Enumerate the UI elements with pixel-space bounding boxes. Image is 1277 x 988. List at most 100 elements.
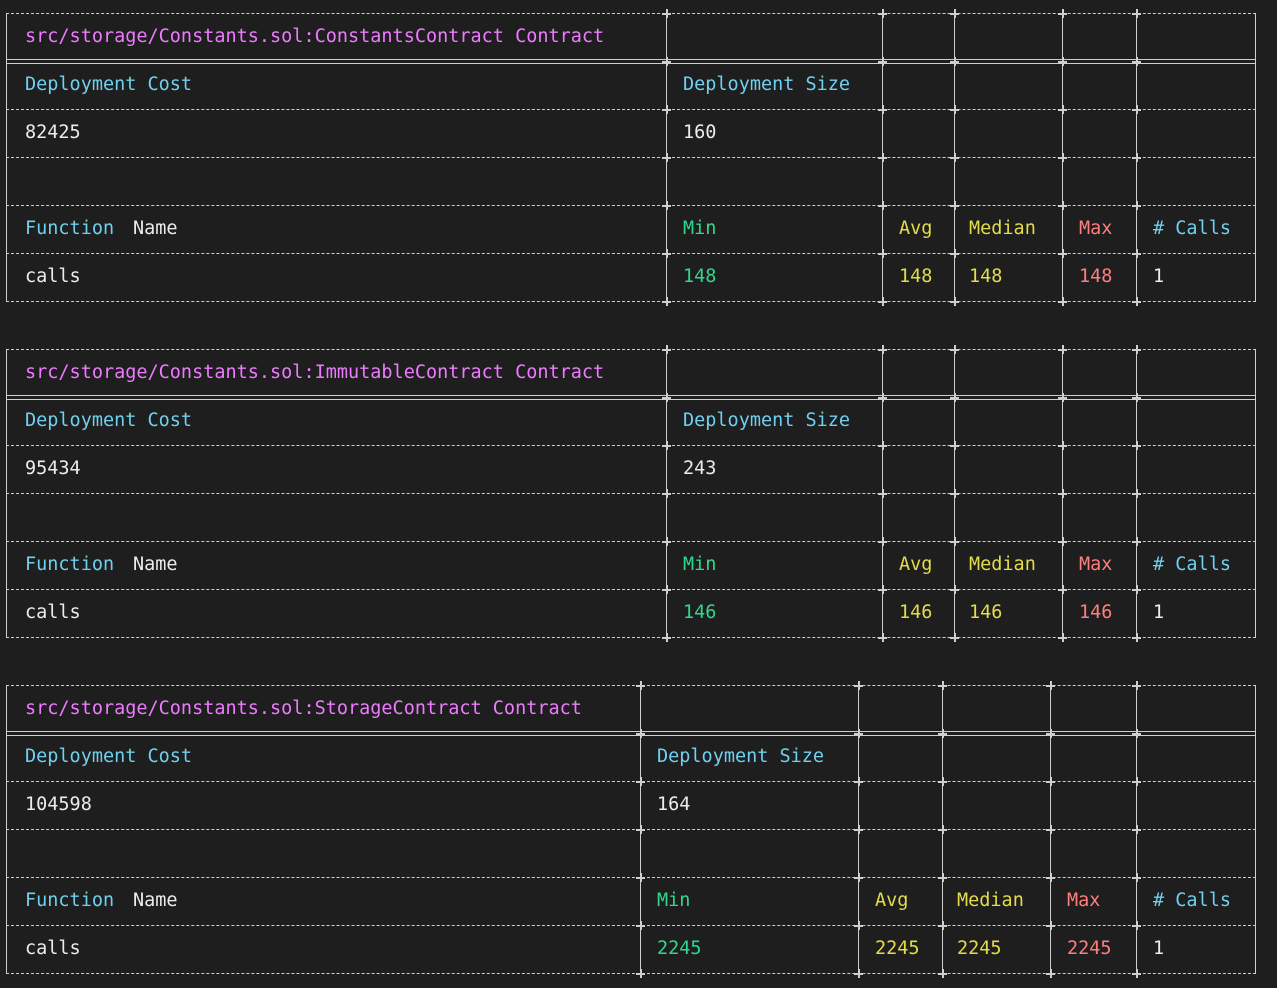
junction-mark [662, 297, 671, 306]
min-header: Min [683, 554, 717, 575]
deployment-size-header: Deployment Size [683, 410, 851, 431]
row-separator [6, 253, 1256, 254]
deployment-size-value: 164 [657, 794, 691, 815]
junction-mark [878, 201, 887, 210]
junction-mark [950, 633, 959, 642]
junction-mark [1058, 393, 1067, 402]
junction-mark [878, 345, 887, 354]
junction-mark [662, 57, 671, 66]
avg-header: Avg [899, 554, 933, 575]
junction-mark [1132, 105, 1141, 114]
calls-header: # Calls [1153, 890, 1231, 911]
row-separator [6, 109, 1256, 110]
junction-mark [950, 153, 959, 162]
junction-mark [662, 153, 671, 162]
avg-value: 146 [899, 602, 933, 623]
max-header: Max [1079, 554, 1113, 575]
name-header: Name [133, 890, 178, 911]
junction-mark [1132, 345, 1141, 354]
row-separator [6, 205, 1256, 206]
junction-mark [950, 441, 959, 450]
junction-mark [662, 9, 671, 18]
junction-mark [878, 489, 887, 498]
junction-mark [950, 9, 959, 18]
junction-mark [662, 441, 671, 450]
max-value: 2245 [1067, 938, 1112, 959]
avg-value: 148 [899, 266, 933, 287]
median-value: 148 [969, 266, 1003, 287]
junction-mark [854, 921, 863, 930]
junction-mark [1058, 9, 1067, 18]
junction-mark [1132, 537, 1141, 546]
junction-mark [878, 249, 887, 258]
name-header: Name [133, 554, 178, 575]
junction-mark [1058, 105, 1067, 114]
header-separator [6, 59, 1256, 64]
junction-mark [662, 105, 671, 114]
junction-mark [662, 633, 671, 642]
junction-mark [950, 249, 959, 258]
junction-mark [1046, 873, 1055, 882]
junction-mark [938, 777, 947, 786]
junction-mark [1058, 57, 1067, 66]
junction-mark [636, 729, 645, 738]
junction-mark [878, 537, 887, 546]
deployment-cost-header: Deployment Cost [25, 410, 193, 431]
junction-mark [1058, 489, 1067, 498]
contract-title: src/storage/Constants.sol:ConstantsContr… [25, 26, 605, 47]
junction-mark [1132, 777, 1141, 786]
junction-mark [1046, 969, 1055, 978]
junction-mark [878, 633, 887, 642]
junction-mark [878, 297, 887, 306]
header-separator [6, 731, 1256, 736]
junction-mark [636, 777, 645, 786]
median-header: Median [969, 554, 1036, 575]
min-header: Min [683, 218, 717, 239]
median-header: Median [969, 218, 1036, 239]
median-header: Median [957, 890, 1024, 911]
table-border [6, 349, 7, 637]
junction-mark [878, 9, 887, 18]
junction-mark [1046, 729, 1055, 738]
junction-mark [1046, 777, 1055, 786]
row-separator [6, 829, 1256, 830]
junction-mark [950, 105, 959, 114]
junction-mark [662, 393, 671, 402]
table-border [6, 13, 7, 301]
junction-mark [950, 297, 959, 306]
median-value: 2245 [957, 938, 1002, 959]
calls-value: 1 [1153, 266, 1165, 287]
table-border [1255, 13, 1256, 301]
deployment-size-header: Deployment Size [657, 746, 825, 767]
junction-mark [1058, 441, 1067, 450]
function-header: Function [25, 218, 115, 239]
junction-mark [950, 585, 959, 594]
junction-mark [1058, 201, 1067, 210]
deployment-cost-value: 82425 [25, 122, 81, 143]
junction-mark [1132, 729, 1141, 738]
junction-mark [938, 921, 947, 930]
junction-mark [854, 969, 863, 978]
junction-mark [662, 585, 671, 594]
junction-mark [950, 201, 959, 210]
function-name: calls [25, 602, 81, 623]
junction-mark [1132, 921, 1141, 930]
junction-mark [878, 153, 887, 162]
junction-mark [950, 489, 959, 498]
max-header: Max [1067, 890, 1101, 911]
avg-value: 2245 [875, 938, 920, 959]
junction-mark [1058, 633, 1067, 642]
table-border [6, 685, 7, 973]
junction-mark [1132, 57, 1141, 66]
junction-mark [938, 873, 947, 882]
row-separator [6, 445, 1256, 446]
junction-mark [1058, 345, 1067, 354]
calls-header: # Calls [1153, 554, 1231, 575]
min-header: Min [657, 890, 691, 911]
table-border [1255, 349, 1256, 637]
min-value: 146 [683, 602, 717, 623]
deployment-cost-header: Deployment Cost [25, 74, 193, 95]
table-border [1255, 685, 1256, 973]
junction-mark [1046, 681, 1055, 690]
row-separator [6, 973, 1256, 974]
